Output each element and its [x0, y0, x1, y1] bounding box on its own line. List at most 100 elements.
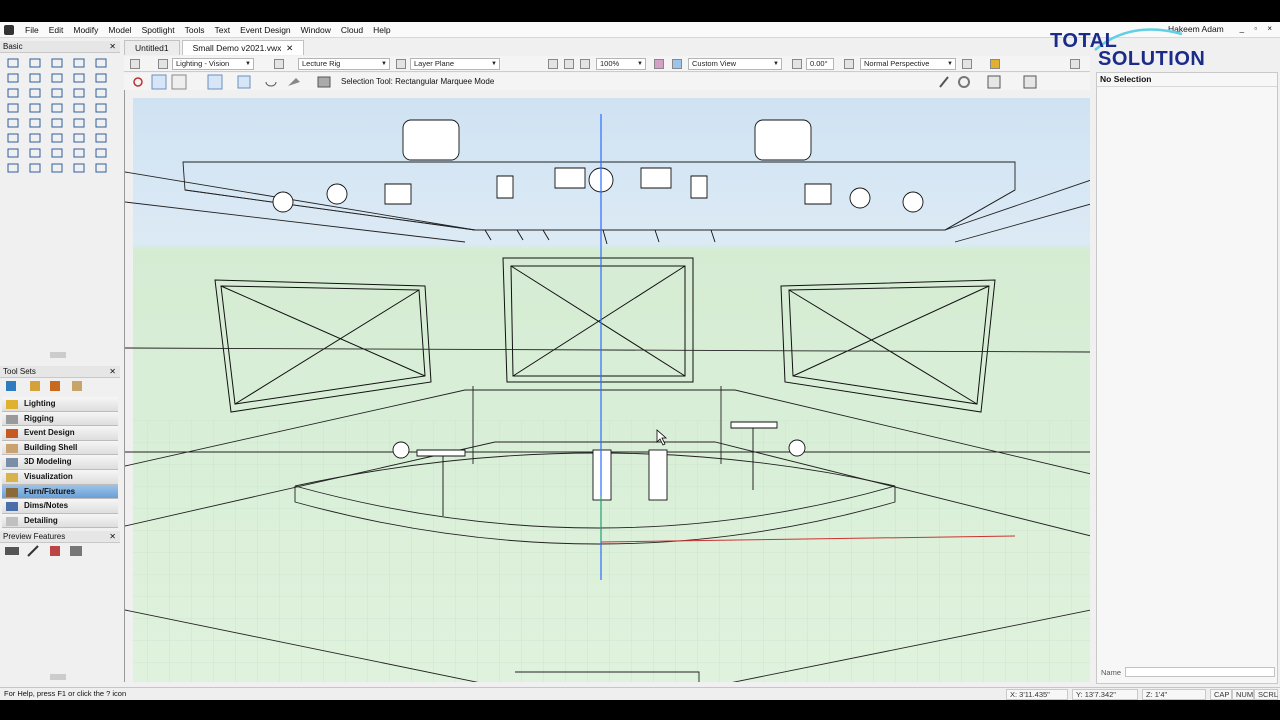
wireframe-viewport[interactable] [125, 90, 1090, 682]
toolset-lighting[interactable]: Lighting [2, 397, 118, 412]
rotation-field[interactable]: 0.00° [806, 58, 834, 70]
close-icon[interactable]: ✕ [109, 366, 116, 378]
freehand-tool-icon[interactable] [50, 102, 64, 114]
group-tool-icon[interactable] [94, 162, 108, 174]
toolset-label: Dims/Notes [24, 501, 69, 511]
connect-tool-icon[interactable] [50, 132, 64, 144]
snap-tool-icon[interactable] [28, 147, 42, 159]
zoom-extents-icon[interactable] [564, 59, 574, 69]
extrude-tool-icon[interactable] [6, 162, 20, 174]
stamp-tool-icon[interactable] [94, 147, 108, 159]
toolset-furn-fixtures[interactable]: Furn/Fixtures [2, 484, 118, 500]
rotate-tool-icon[interactable] [50, 117, 64, 129]
layer-icon[interactable] [396, 59, 406, 69]
layer-select[interactable]: Layer Plane ▼ [410, 58, 500, 70]
toolset-dims-notes[interactable]: Dims/Notes [2, 499, 118, 514]
tab-small-demo[interactable]: Small Demo v2021.vwx ✕ [181, 40, 305, 55]
render-select[interactable]: Normal Perspective ▼ [860, 58, 956, 70]
menu-spotlight[interactable]: Spotlight [137, 25, 180, 35]
basic-tool-grid [2, 56, 114, 176]
oval-tool-icon[interactable] [50, 72, 64, 84]
rotation-icon[interactable] [792, 59, 802, 69]
menu-edit[interactable]: Edit [44, 25, 69, 35]
menu-cloud[interactable]: Cloud [336, 25, 368, 35]
view-icon[interactable] [672, 59, 682, 69]
polyline-tool-icon[interactable] [28, 102, 42, 114]
selection-tool-icon[interactable] [6, 57, 20, 69]
render-settings-icon[interactable] [962, 59, 972, 69]
split-tool-icon[interactable] [6, 147, 20, 159]
fillet-tool-icon[interactable] [6, 132, 20, 144]
delete-tool-icon[interactable] [28, 87, 42, 99]
back-arrow-icon[interactable] [130, 59, 140, 69]
menu-help[interactable]: Help [368, 25, 395, 35]
circle-tool-icon[interactable] [72, 72, 86, 84]
flyover-tool-icon[interactable] [50, 57, 64, 69]
view-select[interactable]: Custom View ▼ [688, 58, 782, 70]
rounded-rect-tool-icon[interactable] [28, 72, 42, 84]
symbol-tool-icon[interactable] [72, 162, 86, 174]
toolset-visualization[interactable]: Visualization [2, 469, 118, 485]
toolset-detailing[interactable]: Detailing [2, 513, 118, 529]
line-tool-icon[interactable] [50, 87, 64, 99]
toolset-building-shell[interactable]: Building Shell [2, 440, 118, 456]
callout-tool-icon[interactable] [72, 147, 86, 159]
grid-icon[interactable] [654, 59, 664, 69]
menu-window[interactable]: Window [296, 25, 336, 35]
close-icon[interactable]: ✕ [284, 43, 293, 53]
projection-icon[interactable] [844, 59, 854, 69]
toolsets-palette-label: Tool Sets [3, 367, 36, 376]
eyedropper-tool-icon[interactable] [72, 87, 86, 99]
camera-tool-icon[interactable] [50, 162, 64, 174]
toolset-event-design[interactable]: Event Design [2, 426, 118, 441]
menu-model[interactable]: Model [103, 25, 136, 35]
saved-view-select[interactable]: Lighting - Vision ▼ [172, 58, 254, 70]
lighting-options-icon[interactable] [990, 59, 1000, 69]
locus-tool-icon[interactable] [6, 87, 20, 99]
text-tool-icon[interactable] [94, 57, 108, 69]
attribute-tool-icon[interactable] [94, 87, 108, 99]
name-label: Name [1101, 668, 1122, 677]
push-pull-tool-icon[interactable] [28, 162, 42, 174]
menu-modify[interactable]: Modify [68, 25, 103, 35]
status-bar: For Help, press F1 or click the ? icon X… [0, 687, 1280, 700]
move-tool-icon[interactable] [72, 117, 86, 129]
window-controls[interactable]: _ ▫ × [1240, 24, 1276, 33]
preview-palette-label: Preview Features [3, 532, 66, 541]
arc-tool-icon[interactable] [94, 72, 108, 84]
trim-tool-icon[interactable] [94, 117, 108, 129]
palette-collapse-handle[interactable] [50, 674, 66, 680]
clip-tool-icon[interactable] [72, 132, 86, 144]
chamfer-tool-icon[interactable] [28, 132, 42, 144]
class-select[interactable]: Lecture Rig ▼ [298, 58, 390, 70]
drawing-area[interactable] [124, 90, 1090, 682]
toolset-rigging[interactable]: Rigging [2, 411, 118, 427]
close-icon[interactable]: ✕ [109, 41, 116, 53]
zoom-tool-icon[interactable] [72, 57, 86, 69]
menu-text[interactable]: Text [210, 25, 236, 35]
reshape-tool-icon[interactable] [94, 132, 108, 144]
dimension-tool-icon[interactable] [50, 147, 64, 159]
menu-event-design[interactable]: Event Design [235, 25, 296, 35]
saved-views-icon[interactable] [158, 59, 168, 69]
shape-tool-icon[interactable] [94, 102, 108, 114]
menu-tools[interactable]: Tools [180, 25, 210, 35]
rectangle-tool-icon[interactable] [6, 72, 20, 84]
dims-notes-icon [6, 502, 18, 512]
fit-to-objects-icon[interactable] [548, 59, 558, 69]
class-icon[interactable] [274, 59, 284, 69]
mirror-tool-icon[interactable] [28, 117, 42, 129]
chevron-down-icon: ▼ [773, 61, 779, 67]
zoom-field[interactable]: 100% ▼ [596, 58, 646, 70]
tab-untitled1[interactable]: Untitled1 [124, 40, 180, 55]
close-icon[interactable]: ✕ [109, 531, 116, 543]
polygon-tool-icon[interactable] [6, 102, 20, 114]
name-field[interactable] [1125, 667, 1275, 677]
palette-collapse-handle[interactable] [50, 352, 66, 358]
spiral-tool-icon[interactable] [72, 102, 86, 114]
toolset-3d-modeling[interactable]: 3D Modeling [2, 455, 118, 470]
offset-tool-icon[interactable] [6, 117, 20, 129]
menu-file[interactable]: File [20, 25, 44, 35]
pan-tool-icon[interactable] [28, 57, 42, 69]
zoom-icon[interactable] [580, 59, 590, 69]
